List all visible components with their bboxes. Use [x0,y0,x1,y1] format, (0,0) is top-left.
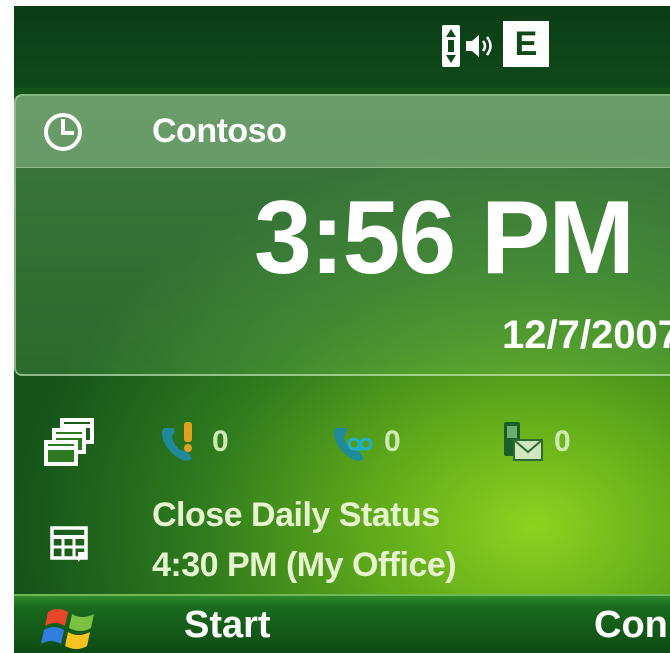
windows-logo-icon[interactable] [40,602,102,652]
current-date: 12/7/2007 [502,313,670,357]
clock-icon [44,113,82,151]
missed-call-icon [162,422,192,461]
appointment-title: Close Daily Status [152,496,440,534]
upcoming-appointment[interactable]: Close Daily Status 4:30 PM (My Office) [14,492,670,596]
owner-name: Contoso [152,112,287,150]
voicemail-count: 0 [384,425,401,458]
status-bar: E [14,6,670,88]
contacts-softkey[interactable]: Con [594,602,668,648]
messages-count: 0 [554,425,571,458]
softkey-bar: Start Con [14,594,670,653]
today-screen: E Contoso 3:56 PM 12/7/2007 0 0 0 Close … [14,6,670,653]
start-softkey[interactable]: Start [184,602,271,648]
appointment-detail: 4:30 PM (My Office) [152,546,457,584]
windows-icon[interactable] [42,416,98,468]
missed-calls-count: 0 [212,425,229,458]
signal-strength-icon[interactable] [439,23,463,69]
calendar-icon [50,526,88,562]
clock-panel[interactable]: Contoso 3:56 PM 12/7/2007 [14,94,670,376]
notifications-row: 0 0 0 [14,410,670,470]
edge-network-icon[interactable]: E [503,21,549,67]
message-icon [504,422,543,461]
voicemail-icon [334,428,373,461]
current-time: 3:56 PM [254,180,635,296]
speaker-icon[interactable] [464,30,496,62]
clock-header: Contoso [16,96,670,168]
